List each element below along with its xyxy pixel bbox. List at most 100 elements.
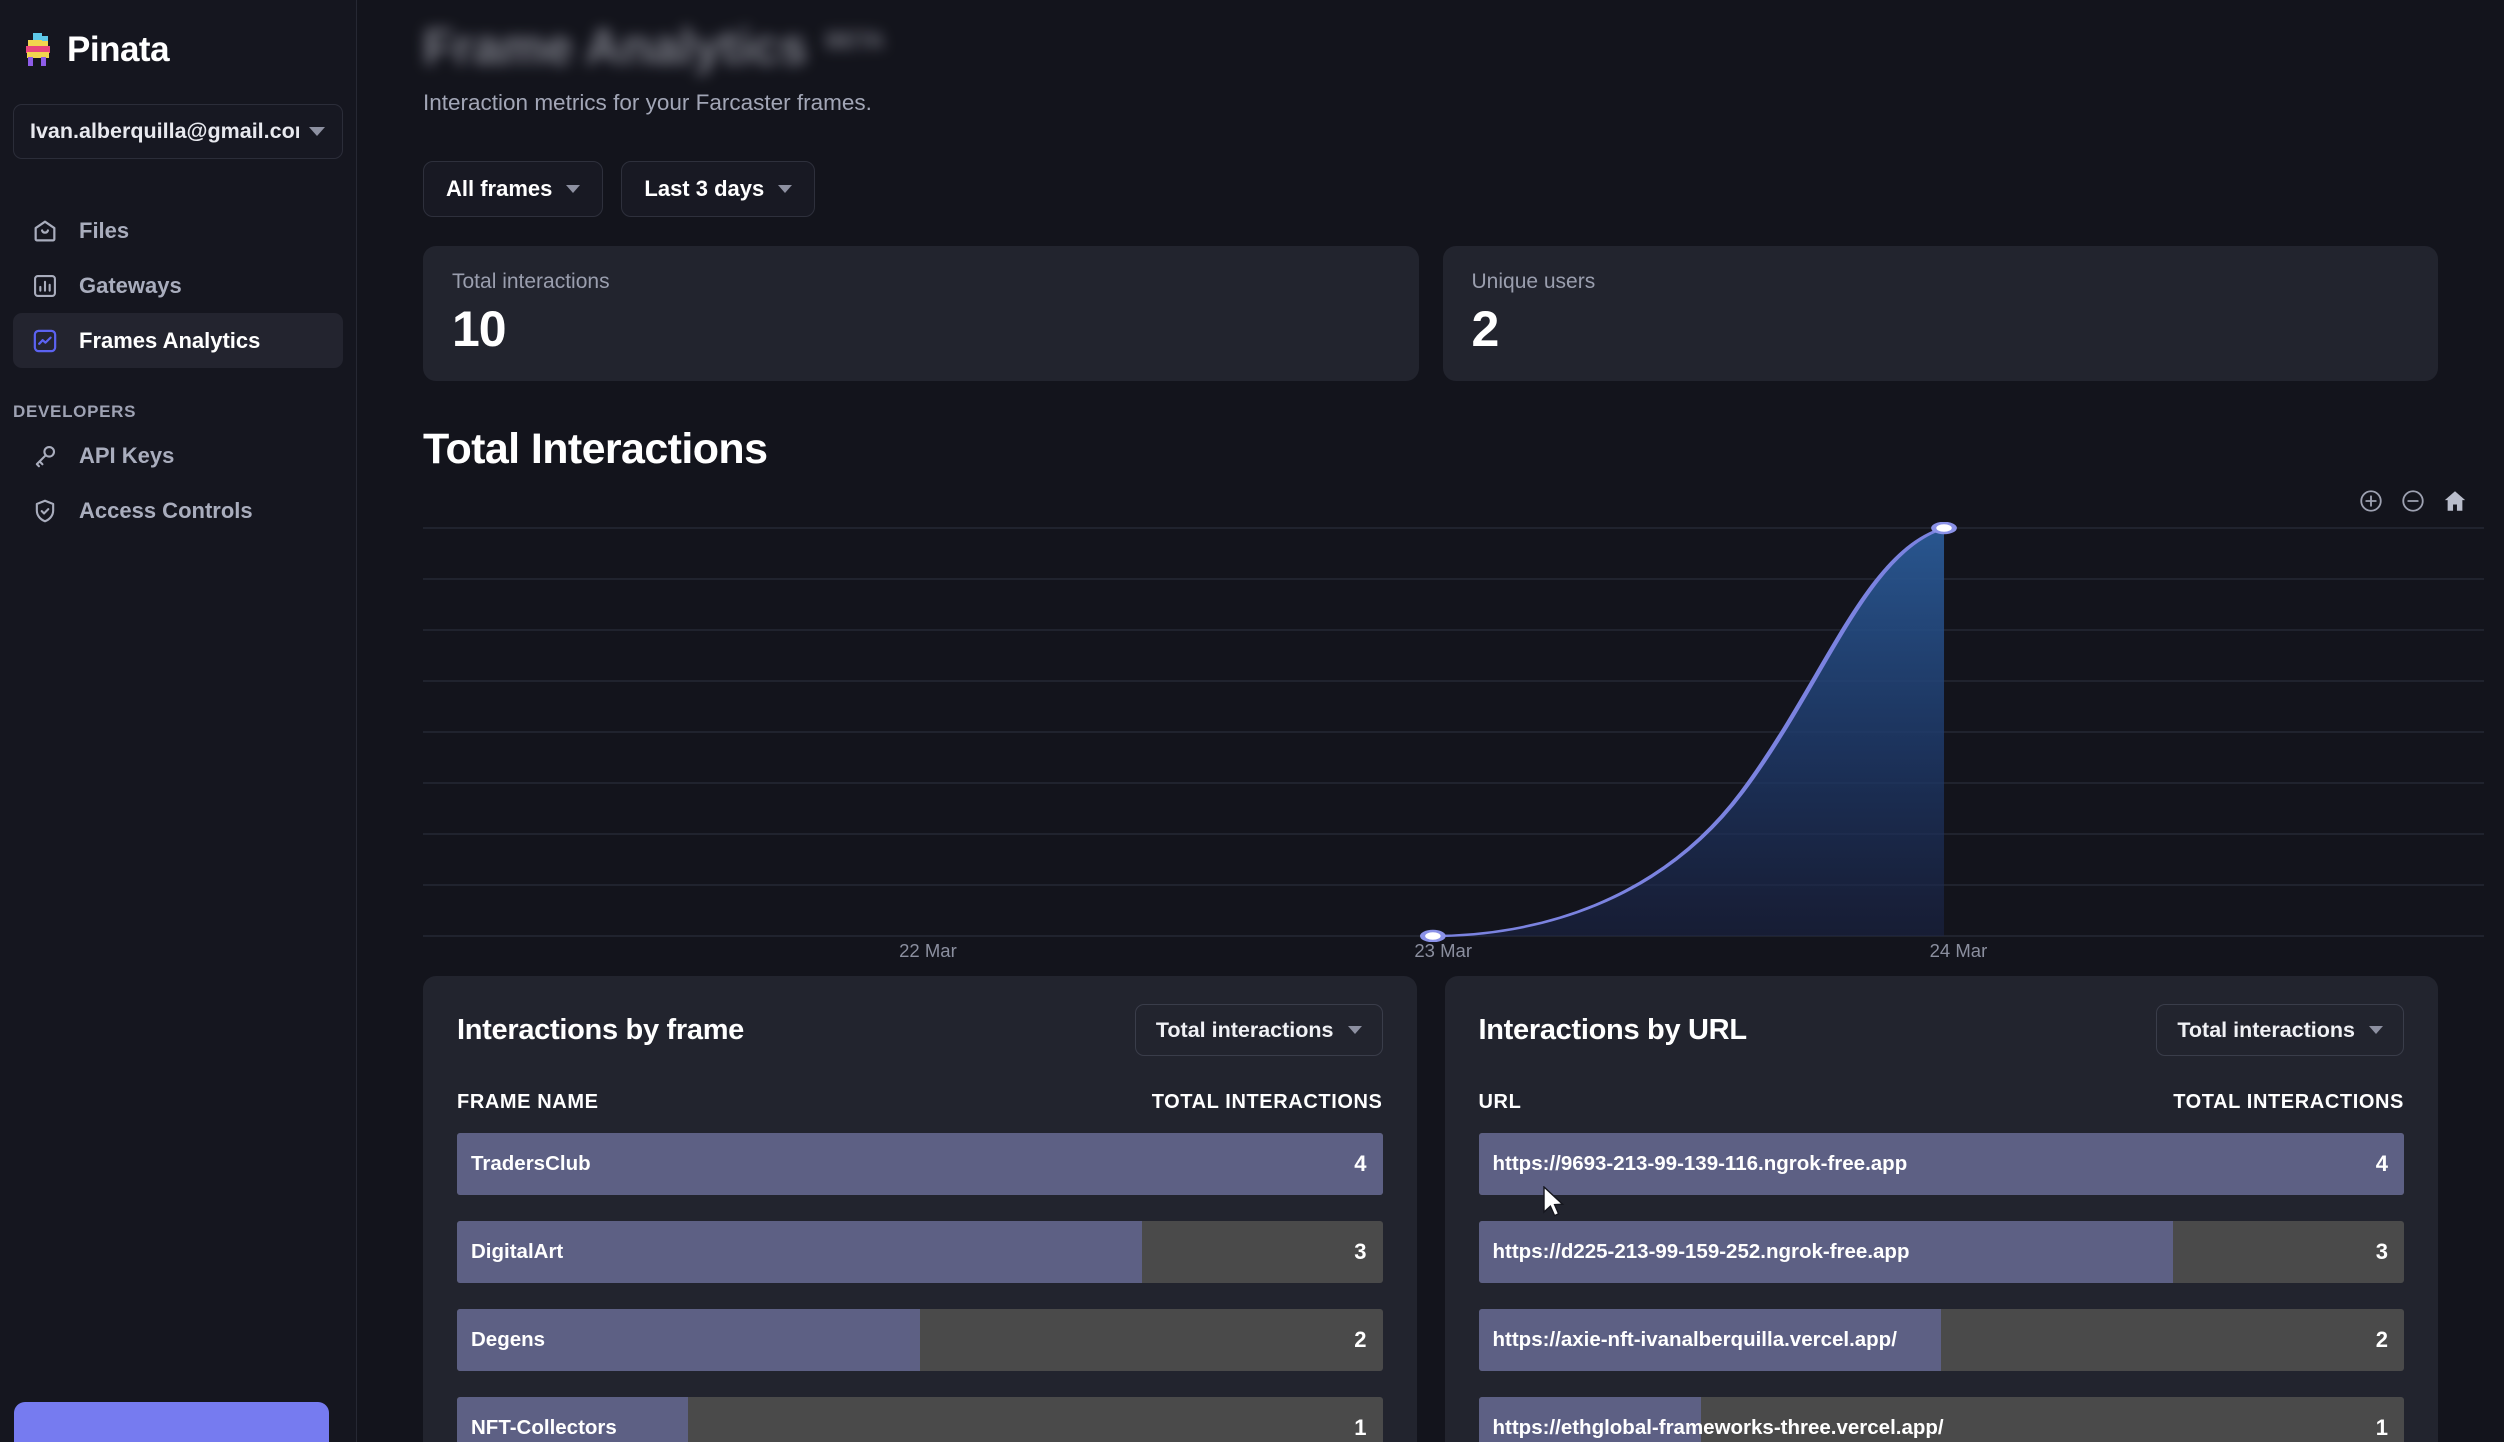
table-row[interactable]: DigitalArt 3 xyxy=(457,1221,1383,1283)
panel-header: Interactions by URL Total interactions xyxy=(1478,1004,2404,1056)
table-row[interactable]: https://9693-213-99-139-116.ngrok-free.a… xyxy=(1478,1133,2404,1195)
home-icon[interactable] xyxy=(2442,488,2468,514)
breakdown-panels: Interactions by frame Total interactions… xyxy=(423,976,2438,1442)
urls-rows: https://9693-213-99-139-116.ngrok-free.a… xyxy=(1478,1133,2404,1442)
row-value: 3 xyxy=(1354,1239,1367,1264)
sidebar-item-label: Files xyxy=(79,217,130,243)
chart-gridlines xyxy=(423,527,2484,937)
stat-label: Total interactions xyxy=(452,270,610,293)
chart-title: Total Interactions xyxy=(423,425,768,473)
brand-name: Pinata xyxy=(67,30,170,69)
frames-metric-label: Total interactions xyxy=(1155,1017,1334,1042)
panel-column-headers: FRAME NAME TOTAL INTERACTIONS xyxy=(457,1091,1383,1114)
sidebar-section-developers: DEVELOPERS xyxy=(13,402,137,421)
main-content: Frame Analytics BETA Interaction metrics… xyxy=(357,0,2504,1442)
sidebar: Pinata Ivan.alberquilla@gmail.com'... Fi… xyxy=(0,0,357,1442)
row-label: https://ethglobal-frameworks-three.verce… xyxy=(1492,1416,1944,1439)
chart-zone: 22 Mar 23 Mar 24 Mar xyxy=(357,474,2504,961)
stat-value: 10 xyxy=(452,301,507,357)
interactions-area-chart[interactable] xyxy=(423,522,2484,942)
chart-point-end xyxy=(1931,522,1957,535)
chart-svg xyxy=(423,522,2484,942)
row-value: 2 xyxy=(1354,1327,1367,1352)
sidebar-item-gateways[interactable]: Gateways xyxy=(13,258,343,313)
stat-card-total-interactions: Total interactions 10 xyxy=(423,246,1419,381)
row-label: NFT-Collectors xyxy=(471,1416,617,1439)
beta-badge: BETA xyxy=(825,28,885,53)
zoom-out-icon[interactable] xyxy=(2400,488,2426,514)
sidebar-item-access-controls[interactable]: Access Controls xyxy=(13,483,343,538)
stat-label: Unique users xyxy=(1471,270,1596,293)
table-row[interactable]: Degens 2 xyxy=(457,1309,1383,1371)
app-root: Pinata Ivan.alberquilla@gmail.com'... Fi… xyxy=(0,0,2504,1442)
table-row[interactable]: NFT-Collectors 1 xyxy=(457,1397,1383,1442)
table-row[interactable]: https://axie-nft-ivanalberquilla.vercel.… xyxy=(1478,1309,2404,1371)
shield-check-icon xyxy=(31,497,59,525)
sidebar-item-frames-analytics[interactable]: Frames Analytics xyxy=(13,313,343,368)
chart-toolbar xyxy=(2358,488,2468,514)
panel-title: Interactions by frame xyxy=(457,1013,745,1046)
sidebar-item-label: API Keys xyxy=(79,442,175,468)
panel-interactions-by-frame: Interactions by frame Total interactions… xyxy=(423,976,1417,1442)
stat-card-unique-users: Unique users 2 xyxy=(1442,246,2438,381)
chart-x-axis: 22 Mar 23 Mar 24 Mar xyxy=(423,940,2484,970)
pinata-logo-icon xyxy=(22,31,56,69)
row-value: 1 xyxy=(1354,1415,1367,1440)
stat-value: 2 xyxy=(1471,301,1500,357)
row-label: https://d225-213-99-159-252.ngrok-free.a… xyxy=(1492,1240,1910,1263)
row-value: 3 xyxy=(2375,1239,2388,1264)
table-row[interactable]: https://d225-213-99-159-252.ngrok-free.a… xyxy=(1478,1221,2404,1283)
frames-analytics-icon xyxy=(31,327,59,355)
sidebar-item-files[interactable]: Files xyxy=(13,203,343,258)
chevron-down-icon xyxy=(778,185,793,193)
chevron-down-icon xyxy=(2369,1026,2383,1034)
date-range-dropdown[interactable]: Last 3 days xyxy=(621,161,816,217)
date-range-label: Last 3 days xyxy=(644,176,765,201)
sidebar-item-label: Frames Analytics xyxy=(79,327,261,353)
chevron-down-icon xyxy=(566,185,581,193)
row-value: 1 xyxy=(2375,1415,2388,1440)
row-label: https://9693-213-99-139-116.ngrok-free.a… xyxy=(1492,1152,1908,1175)
x-tick-label: 23 Mar xyxy=(1414,940,1472,961)
panel-header: Interactions by frame Total interactions xyxy=(457,1004,1383,1056)
column-header-url: URL xyxy=(1478,1091,1522,1113)
frames-rows: TradersClub 4 DigitalArt 3 Degens 2 NFT-… xyxy=(457,1133,1383,1442)
panel-title: Interactions by URL xyxy=(1478,1013,1748,1046)
main-nav: Files Gateways Frames Analytics DEVELOPE… xyxy=(0,203,356,538)
brand: Pinata xyxy=(0,0,356,70)
table-row[interactable]: https://ethglobal-frameworks-three.verce… xyxy=(1478,1397,2404,1442)
sidebar-item-label: Gateways xyxy=(79,272,182,298)
column-header-name: FRAME NAME xyxy=(457,1091,599,1113)
page-title: Frame Analytics xyxy=(423,19,808,75)
column-header-value: TOTAL INTERACTIONS xyxy=(2173,1091,2404,1113)
frames-filter-label: All frames xyxy=(446,176,553,201)
stat-cards: Total interactions 10 Unique users 2 xyxy=(423,246,2438,381)
files-icon xyxy=(31,217,59,245)
zoom-in-icon[interactable] xyxy=(2358,488,2384,514)
chevron-down-icon xyxy=(309,127,325,136)
sidebar-cta-button[interactable] xyxy=(14,1402,329,1442)
column-header-value: TOTAL INTERACTIONS xyxy=(1151,1091,1383,1113)
page-subtitle: Interaction metrics for your Farcaster f… xyxy=(423,90,872,115)
gateways-chart-icon xyxy=(31,272,59,300)
account-email: Ivan.alberquilla@gmail.com'... xyxy=(30,119,299,143)
row-label: https://axie-nft-ivanalberquilla.vercel.… xyxy=(1492,1328,1897,1351)
panel-interactions-by-url: Interactions by URL Total interactions U… xyxy=(1444,976,2438,1442)
page-header: Frame Analytics BETA Interaction metrics… xyxy=(357,0,2504,116)
frames-filter-dropdown[interactable]: All frames xyxy=(423,161,604,217)
row-value: 4 xyxy=(2375,1151,2388,1176)
frames-metric-dropdown[interactable]: Total interactions xyxy=(1134,1004,1383,1056)
account-switcher[interactable]: Ivan.alberquilla@gmail.com'... xyxy=(13,104,343,159)
urls-metric-dropdown[interactable]: Total interactions xyxy=(2156,1004,2404,1056)
filter-bar: All frames Last 3 days xyxy=(423,161,2504,217)
row-bar-fill xyxy=(457,1133,1383,1195)
row-label: Degens xyxy=(471,1328,546,1351)
table-row[interactable]: TradersClub 4 xyxy=(457,1133,1383,1195)
sidebar-item-api-keys[interactable]: API Keys xyxy=(13,428,343,483)
chevron-down-icon xyxy=(1347,1026,1362,1034)
urls-metric-label: Total interactions xyxy=(2177,1017,2355,1042)
row-value: 4 xyxy=(1354,1151,1367,1176)
row-label: TradersClub xyxy=(471,1152,591,1175)
sidebar-item-label: Access Controls xyxy=(79,497,253,523)
key-icon xyxy=(31,442,59,470)
